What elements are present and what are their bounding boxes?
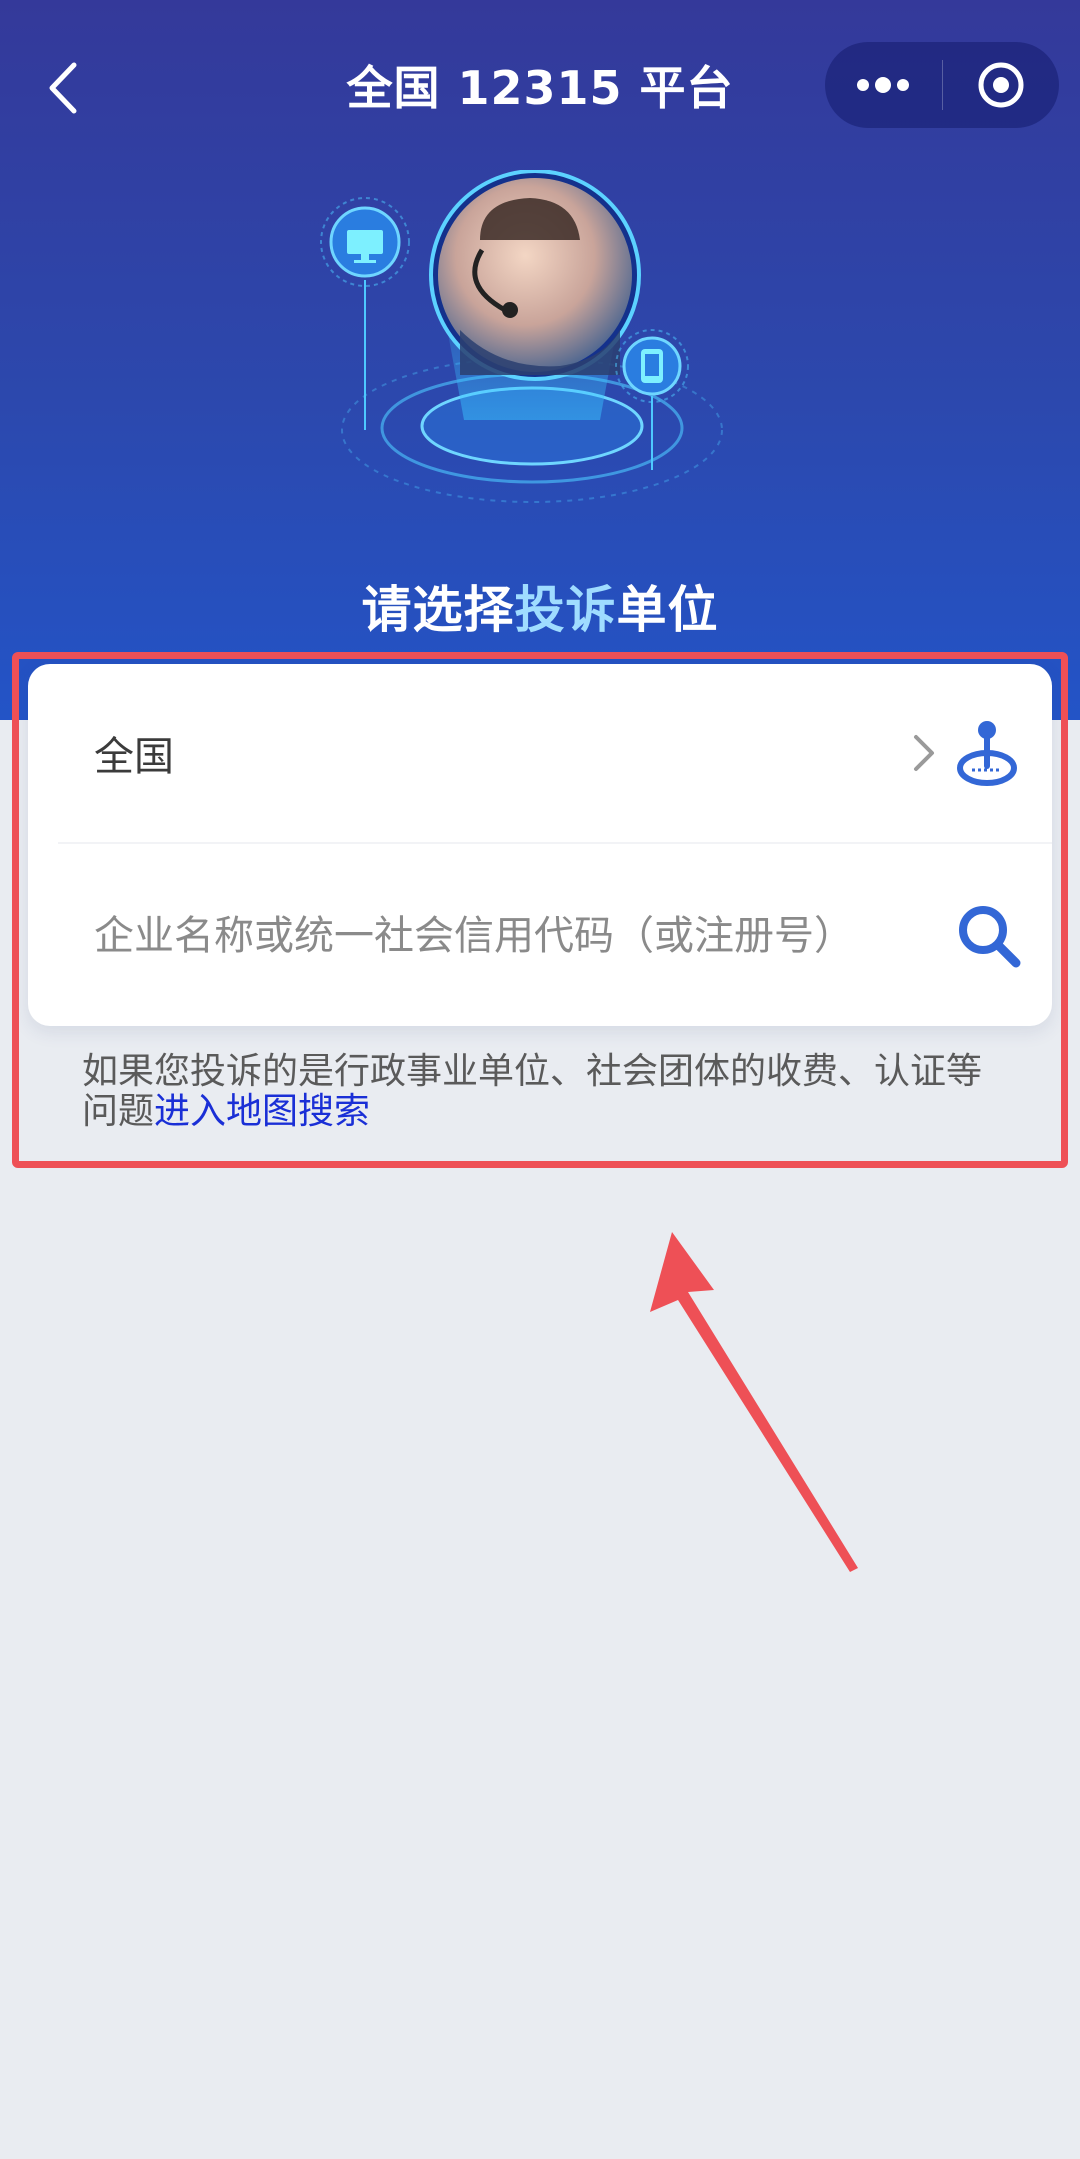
location-pin-icon[interactable] bbox=[956, 720, 1018, 786]
annotation-arrow-icon bbox=[650, 1232, 858, 1572]
miniprogram-capsule bbox=[825, 42, 1059, 128]
map-search-note: 如果您投诉的是行政事业单位、社会团体的收费、认证等问题进入地图搜索 bbox=[82, 1052, 1002, 1132]
more-dots-icon bbox=[857, 77, 910, 93]
hero-banner: 全国 12315 平台 请选择投诉单位 bbox=[0, 0, 1080, 720]
customer-service-illustration bbox=[320, 170, 723, 503]
page: 全国 12315 平台 请选择投诉单位 全国 企业名称或统一社会信用代码（或注册… bbox=[0, 0, 1080, 2159]
headline-part-1: 请选择 bbox=[361, 581, 515, 639]
headline-part-2: 单位 bbox=[616, 581, 719, 639]
region-label: 全国 bbox=[94, 734, 174, 780]
headline-highlight: 投诉 bbox=[514, 581, 617, 639]
search-icon[interactable] bbox=[956, 903, 1022, 969]
region-selector[interactable]: 全国 bbox=[58, 664, 1052, 844]
target-circle-icon bbox=[978, 62, 1024, 108]
chevron-right-icon bbox=[914, 735, 934, 771]
search-row bbox=[58, 846, 1052, 1026]
select-unit-heading: 请选择投诉单位 bbox=[0, 570, 1080, 642]
search-input[interactable] bbox=[94, 913, 956, 959]
more-button[interactable] bbox=[825, 42, 942, 128]
close-miniprogram-button[interactable] bbox=[943, 42, 1060, 128]
map-search-link[interactable]: 进入地图搜索 bbox=[154, 1091, 370, 1132]
complaint-unit-card: 全国 bbox=[28, 664, 1052, 1026]
